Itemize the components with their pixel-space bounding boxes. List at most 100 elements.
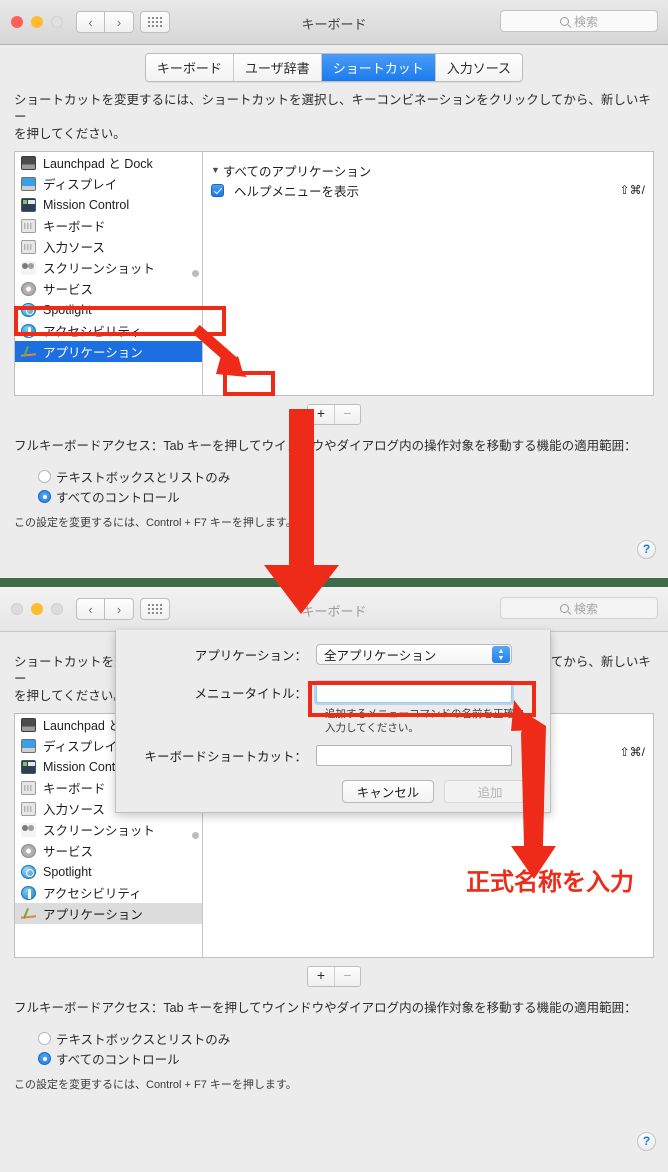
radio-icon[interactable]: [38, 1031, 51, 1045]
sidebar-item-services[interactable]: サービス: [15, 840, 202, 861]
sidebar-item-services[interactable]: サービス: [15, 278, 202, 299]
shortcut-group-label: すべてのアプリケーション: [222, 164, 372, 179]
scrollbar-indicator[interactable]: [192, 832, 199, 839]
radio-textboxes-and-lists[interactable]: テキストボックスとリストのみ: [38, 1028, 654, 1048]
add-shortcut-button[interactable]: +: [308, 967, 334, 986]
add-remove-row-top: + −: [14, 404, 654, 425]
sidebar-item-label: ディスプレイ: [43, 740, 118, 754]
shortcut-detail-list[interactable]: ▼ すべてのアプリケーション ヘルプメニューを表示 ⇧⌘/: [203, 152, 653, 395]
services-gear-icon: [21, 281, 36, 296]
add-shortcut-dialog: アプリケーション： 全アプリケーション ▲ ▼ メニュータイトル： 追加するメニュ…: [115, 630, 551, 813]
tab-shortcuts[interactable]: ショートカット: [321, 54, 436, 81]
cancel-button[interactable]: キャンセル: [342, 780, 434, 803]
help-button[interactable]: ?: [637, 540, 656, 559]
table-row[interactable]: ヘルプメニューを表示 ⇧⌘/: [211, 180, 645, 200]
keyboard-shortcut-input[interactable]: [316, 745, 512, 766]
sidebar-item-label: サービス: [43, 283, 94, 297]
full-keyboard-access-note: この設定を変更するには、Control + F7 キーを押します。: [14, 1079, 297, 1091]
shortcut-group-header[interactable]: ▼ すべてのアプリケーション: [211, 160, 645, 180]
remove-shortcut-button[interactable]: −: [334, 967, 360, 986]
help-button[interactable]: ?: [637, 1132, 656, 1151]
titlebar-top: ‹ › キーボード 検索: [0, 0, 668, 45]
sidebar-item-launchpad-dock[interactable]: Launchpad と Dock: [15, 152, 202, 173]
search-icon: [559, 603, 569, 613]
sidebar-item-mission-control[interactable]: Mission Control: [15, 194, 202, 215]
search-placeholder: 検索: [573, 14, 598, 29]
sidebar-item-label: キーボード: [43, 220, 106, 234]
keyboard-icon: [21, 218, 36, 233]
window-separator: [0, 578, 668, 587]
application-row: アプリケーション： 全アプリケーション ▲ ▼: [116, 644, 550, 665]
sidebar-item-screenshots[interactable]: スクリーンショット: [15, 257, 202, 278]
tab-text[interactable]: ユーザ辞書: [233, 54, 322, 81]
full-keyboard-access-note: この設定を変更するには、Control + F7 キーを押します。: [14, 517, 297, 529]
add-button[interactable]: 追加: [444, 780, 536, 803]
tab-input-sources[interactable]: 入力ソース: [435, 54, 523, 81]
search-input[interactable]: 検索: [500, 597, 658, 619]
radio-textboxes-and-lists[interactable]: テキストボックスとリストのみ: [38, 466, 654, 486]
keyboard-shortcut-label: キーボードショートカット：: [144, 750, 307, 764]
radio-icon-selected[interactable]: [38, 1051, 51, 1065]
radio-icon-selected[interactable]: [38, 489, 51, 503]
radio-label: テキストボックスとリストのみ: [56, 470, 231, 485]
chevron-down-icon[interactable]: ▼: [211, 165, 220, 175]
add-shortcut-button[interactable]: +: [308, 405, 334, 424]
applications-icon: [21, 907, 36, 921]
radio-all-controls[interactable]: すべてのコントロール: [38, 486, 654, 506]
instructions-line-1: ショートカットを変更するには、ショートカットを選択し、キーコンビネーションをクリ…: [14, 93, 651, 124]
sidebar-item-label: Launchpad と Dock: [43, 157, 153, 171]
sidebar-item-label: スクリーンショット: [43, 262, 155, 276]
radio-label: すべてのコントロール: [56, 1052, 180, 1067]
shortcut-label: ヘルプメニューを表示: [234, 184, 360, 199]
shortcuts-splitter: Launchpad と Dock ディスプレイ Mission Control …: [14, 151, 654, 396]
remove-shortcut-button[interactable]: −: [334, 405, 360, 424]
tab-keyboard[interactable]: キーボード: [145, 54, 234, 81]
dock-icon: [21, 155, 36, 170]
application-select[interactable]: 全アプリケーション ▲ ▼: [316, 644, 512, 665]
tab-bar-top: キーボード ユーザ辞書 ショートカット 入力ソース: [0, 45, 668, 92]
shortcut-keys[interactable]: ⇧⌘/: [620, 745, 645, 759]
search-icon: [559, 16, 569, 26]
annotation-box-plus-minus: [223, 371, 275, 396]
sidebar-item-keyboard[interactable]: キーボード: [15, 215, 202, 236]
tabs: キーボード ユーザ辞書 ショートカット 入力ソース: [144, 53, 524, 82]
screenshot-icon: [21, 260, 36, 275]
accessibility-icon: [21, 885, 36, 900]
sidebar-item-applications[interactable]: アプリケーション: [15, 903, 202, 924]
screenshot-icon: [21, 822, 36, 837]
add-remove-group: + −: [307, 404, 361, 425]
sidebar-item-label: Spotlight: [43, 864, 92, 879]
scrollbar-indicator[interactable]: [192, 270, 199, 277]
radio-all-controls[interactable]: すべてのコントロール: [38, 1048, 654, 1068]
category-list[interactable]: Launchpad と Dock ディスプレイ Mission Control …: [15, 152, 203, 395]
applications-icon: [21, 345, 36, 359]
search-placeholder: 検索: [573, 601, 598, 616]
sidebar-item-accessibility[interactable]: アクセシビリティ: [15, 882, 202, 903]
sidebar-item-applications[interactable]: アプリケーション: [15, 341, 202, 362]
sidebar-item-label: アプリケーション: [43, 346, 143, 360]
shortcut-checkbox[interactable]: [211, 183, 224, 197]
keyboard-shortcut-row: キーボードショートカット：: [116, 745, 550, 766]
menu-title-label: メニュータイトル：: [194, 687, 307, 701]
services-gear-icon: [21, 843, 36, 858]
sidebar-item-label: アプリケーション: [43, 908, 143, 922]
shortcut-rows: ▼ すべてのアプリケーション ヘルプメニューを表示 ⇧⌘/: [203, 152, 653, 200]
annotation-label: 正式名称を入力: [466, 868, 634, 896]
titlebar-bottom: ‹ › キーボード 検索: [0, 587, 668, 632]
sidebar-item-label: スクリーンショット: [43, 824, 155, 838]
display-icon: [21, 738, 36, 753]
shortcut-keys[interactable]: ⇧⌘/: [620, 183, 645, 197]
radio-icon[interactable]: [38, 469, 51, 483]
dock-icon: [21, 717, 36, 732]
sidebar-item-label: 入力ソース: [43, 241, 105, 255]
full-keyboard-access-options: テキストボックスとリストのみ すべてのコントロール: [38, 466, 654, 506]
sidebar-item-spotlight[interactable]: Spotlight: [15, 861, 202, 882]
sidebar-item-screenshots[interactable]: スクリーンショット: [15, 819, 202, 840]
full-keyboard-access-label: フルキーボードアクセス：Tab キーを押してウインドウやダイアログ内の操作対象を…: [14, 1001, 637, 1015]
sidebar-item-label: キーボード: [43, 782, 106, 796]
keyboard-preferences-window-top: ‹ › キーボード 検索 キーボード ユーザ辞書 ショートカット 入力ソース シ…: [0, 0, 668, 578]
sidebar-item-input-sources[interactable]: 入力ソース: [15, 236, 202, 257]
application-label: アプリケーション：: [194, 649, 307, 663]
sidebar-item-display[interactable]: ディスプレイ: [15, 173, 202, 194]
search-input[interactable]: 検索: [500, 10, 658, 32]
